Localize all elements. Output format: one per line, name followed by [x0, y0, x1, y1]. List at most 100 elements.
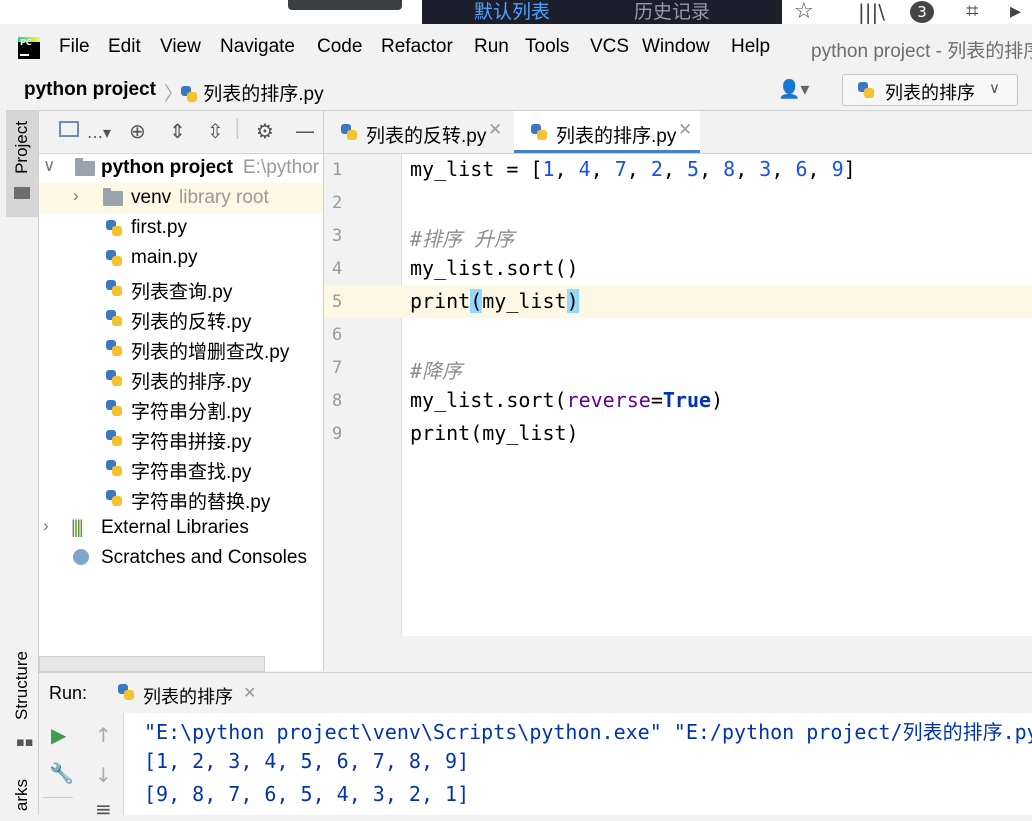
tree-scratches[interactable]: Scratches and Consoles: [39, 543, 323, 573]
console-line-output: [9, 8, 7, 6, 5, 4, 3, 2, 1]: [144, 782, 470, 806]
project-horizontal-scrollbar[interactable]: [39, 656, 265, 672]
line-number: 4: [332, 259, 343, 279]
toolbar-divider: [43, 797, 73, 798]
line-number: 9: [332, 424, 343, 444]
menu-view[interactable]: View: [160, 36, 201, 58]
tree-file[interactable]: 字符串的替换.py: [39, 483, 323, 513]
locate-icon[interactable]: ⊕: [129, 119, 146, 143]
tree-root-label: python project: [101, 157, 233, 178]
menu-help[interactable]: Help: [731, 36, 770, 58]
crop-icon[interactable]: ⌗: [966, 0, 978, 24]
python-file-icon: [105, 429, 123, 447]
menu-edit[interactable]: Edit: [108, 36, 141, 58]
chevron-down-icon[interactable]: ∨: [43, 156, 55, 176]
tab-list-reverse[interactable]: 列表的反转.py ✕: [324, 111, 510, 153]
menu-refactor[interactable]: Refactor: [381, 36, 453, 58]
menu-tools[interactable]: Tools: [525, 36, 569, 58]
view-mode-dropdown-icon[interactable]: …▾: [87, 123, 111, 142]
background-toolbar: 默认列表 历史记录: [422, 0, 782, 24]
python-file-icon: [105, 219, 123, 237]
soft-wrap-icon[interactable]: ≡: [95, 797, 112, 821]
tool-tab-bookmarks[interactable]: arks: [12, 779, 32, 811]
menu-bar: PC File Edit View Navigate Code Refactor…: [6, 24, 1032, 70]
python-file-icon: [105, 309, 123, 327]
menu-window[interactable]: Window: [642, 36, 710, 58]
tree-file-label: 列表的排序.py: [131, 372, 252, 393]
wrench-icon[interactable]: 🔧: [49, 761, 74, 785]
arrow-down-icon[interactable]: ↓: [95, 763, 112, 787]
breadcrumb-project[interactable]: python project: [24, 79, 156, 101]
python-file-icon: [105, 489, 123, 507]
close-icon[interactable]: ✕: [243, 683, 256, 702]
tree-file-label: 字符串的替换.py: [131, 492, 271, 513]
tool-tab-project[interactable]: Project: [12, 121, 32, 174]
run-label: Run:: [49, 683, 88, 703]
code-line: my_list.sort(): [410, 256, 579, 280]
menu-code[interactable]: Code: [317, 36, 362, 58]
line-number: 2: [332, 193, 343, 213]
tree-item-venv[interactable]: › venv library root: [39, 183, 323, 213]
python-file-icon: [180, 85, 198, 103]
close-icon[interactable]: ✕: [488, 120, 502, 140]
tree-file[interactable]: 列表的增删查改.py: [39, 333, 323, 363]
breadcrumb-file[interactable]: 列表的排序.py: [180, 79, 324, 106]
tree-item-hint: library root: [179, 187, 269, 208]
tree-file[interactable]: 字符串拼接.py: [39, 423, 323, 453]
tree-file-label: 列表查询.py: [131, 282, 233, 303]
tree-file[interactable]: first.py: [39, 213, 323, 243]
overflow-icon[interactable]: ▸: [1010, 0, 1021, 24]
run-console-output[interactable]: "E:\python project\venv\Scripts\python.e…: [124, 713, 1032, 815]
close-icon[interactable]: ✕: [678, 120, 692, 140]
tab-label: 列表的排序.py: [556, 126, 677, 147]
line-number: 8: [332, 391, 343, 411]
run-configuration-selector[interactable]: 列表的排序 ∨: [842, 74, 1018, 106]
minimize-icon[interactable]: —: [295, 119, 315, 143]
expand-all-icon[interactable]: ⇕: [169, 119, 186, 143]
tree-file-label: 字符串分割.py: [131, 402, 252, 423]
code-line: print(my_list): [410, 289, 579, 313]
collapse-all-icon[interactable]: ⇳: [207, 119, 224, 143]
tree-root-project[interactable]: ∨ python project E:\pythor: [39, 153, 323, 183]
python-file-icon: [105, 369, 123, 387]
rerun-icon[interactable]: ▶: [51, 723, 66, 747]
menu-file[interactable]: File: [59, 36, 90, 58]
background-tab-default-list[interactable]: 默认列表: [474, 0, 550, 24]
line-numbers: 1 2 3 4 5 6 7 8 9: [324, 154, 394, 454]
python-config-icon: [857, 81, 875, 99]
code-line: #排序 升序: [410, 227, 515, 251]
menu-run[interactable]: Run: [474, 36, 509, 58]
star-icon[interactable]: ☆: [794, 0, 814, 24]
project-toolbar: …▾ ⊕ ⇕ ⇳ | ⚙ —: [39, 111, 323, 154]
tree-item-label: Scratches and Consoles: [101, 547, 307, 568]
menu-navigate[interactable]: Navigate: [220, 36, 295, 58]
tree-file[interactable]: main.py: [39, 243, 323, 273]
tree-file[interactable]: 列表的反转.py: [39, 303, 323, 333]
navigation-bar: python project 〉 列表的排序.py 👤▾ 列表的排序 ∨: [6, 70, 1032, 111]
tree-file[interactable]: 列表的排序.py: [39, 363, 323, 393]
tree-file[interactable]: 列表查询.py: [39, 273, 323, 303]
tree-file[interactable]: 字符串查找.py: [39, 453, 323, 483]
arrow-up-icon[interactable]: ↑: [95, 723, 112, 747]
tab-list-sort[interactable]: 列表的排序.py ✕: [514, 111, 700, 153]
tool-tab-structure[interactable]: Structure: [12, 651, 32, 720]
python-file-icon: [105, 399, 123, 417]
tree-item-label: External Libraries: [101, 517, 249, 538]
run-panel-header: Run: 列表的排序 ✕: [39, 672, 1032, 714]
gear-icon[interactable]: ⚙: [256, 119, 274, 143]
user-icon[interactable]: 👤▾: [778, 79, 809, 100]
counter-badge[interactable]: 3: [910, 1, 934, 23]
chevron-right-icon[interactable]: ›: [43, 516, 49, 536]
library-icon[interactable]: |||\: [858, 0, 885, 24]
run-tab[interactable]: 列表的排序 ✕: [111, 673, 261, 713]
tree-file[interactable]: 字符串分割.py: [39, 393, 323, 423]
python-file-icon: [105, 459, 123, 477]
python-file-icon: [340, 123, 358, 141]
view-mode-icon[interactable]: [59, 121, 79, 137]
chevron-right-icon[interactable]: ›: [73, 186, 79, 206]
folder-icon: [14, 187, 30, 199]
menu-vcs[interactable]: VCS: [590, 36, 629, 58]
background-tab-history[interactable]: 历史记录: [634, 0, 710, 24]
code-line: my_list = [1, 4, 7, 2, 5, 8, 3, 6, 9]: [410, 157, 856, 181]
code-line: #降序: [410, 359, 463, 383]
tree-external-libraries[interactable]: › |||| External Libraries: [39, 513, 323, 543]
